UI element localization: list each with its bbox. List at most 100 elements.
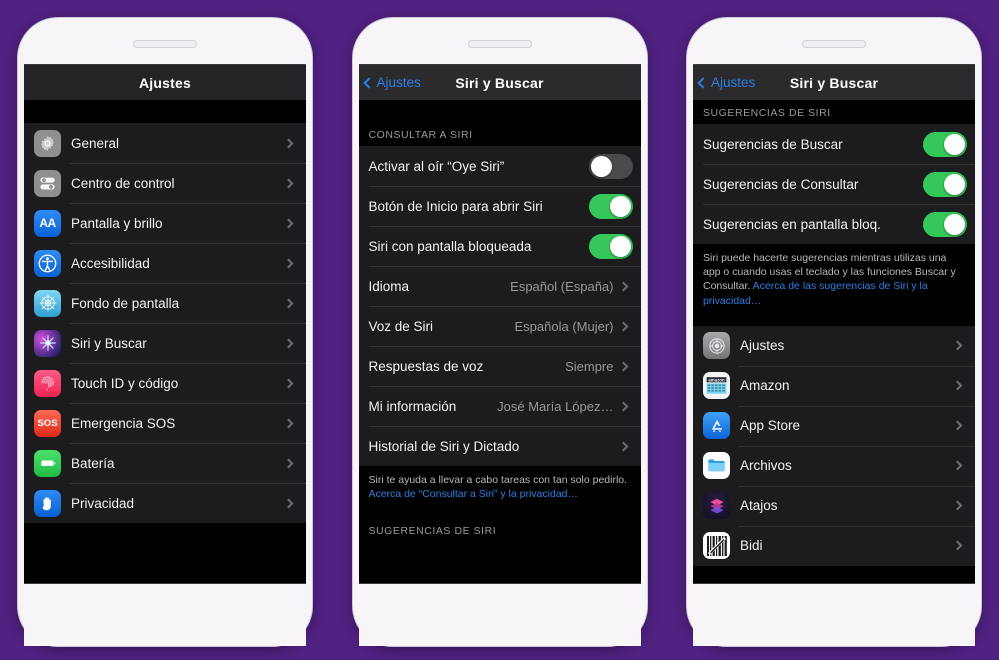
chevron-right-icon: [618, 361, 628, 371]
chevron-right-icon: [952, 460, 963, 471]
chevron-right-icon: [283, 498, 294, 508]
sidebar-item-privacy[interactable]: Privacidad: [24, 483, 306, 523]
list-item-label: Ajustes: [740, 338, 785, 354]
toggle-home-button-siri[interactable]: [588, 193, 633, 219]
row-value: Española (Mujer): [514, 318, 614, 334]
chevron-right-icon: [618, 281, 628, 291]
back-button[interactable]: Ajustes: [362, 65, 421, 100]
apps-list: Ajustes amazon Amazon App Store Archivos…: [693, 325, 975, 566]
toggle-knob: [944, 213, 965, 235]
row-suggestions-lock-screen[interactable]: Sugerencias en pantalla bloq.: [693, 204, 975, 244]
row-value: Español (España): [510, 278, 614, 294]
list-item-app-store[interactable]: App Store: [693, 405, 975, 446]
row-label: Mi información: [368, 398, 457, 414]
sidebar-item-emergency-sos[interactable]: SOS Emergencia SOS: [24, 403, 306, 443]
row-value: José María López…: [497, 398, 614, 414]
toggle-knob: [609, 235, 631, 257]
row-label: Sugerencias de Buscar: [703, 136, 843, 152]
control-center-icon: [34, 169, 61, 197]
row-my-information[interactable]: Mi información José María López…: [358, 386, 641, 426]
earpiece-speaker: [467, 40, 532, 48]
chevron-right-icon: [952, 540, 963, 551]
sidebar-item-label: Pantalla y brillo: [71, 215, 163, 231]
row-siri-voice[interactable]: Voz de Siri Española (Mujer): [358, 306, 641, 346]
status-gap: [24, 101, 306, 123]
chevron-right-icon: [952, 340, 963, 351]
phones-stage: Ajustes General Centro de control AA Pan…: [0, 0, 999, 660]
list-item-archivos[interactable]: Archivos: [693, 445, 975, 486]
row-label: Siri con pantalla bloqueada: [368, 238, 532, 254]
list-item-label: Archivos: [740, 458, 792, 474]
sidebar-item-display-brightness[interactable]: AA Pantalla y brillo: [24, 203, 306, 243]
toggle-knob: [590, 155, 612, 177]
siri-icon: [34, 329, 61, 357]
chevron-right-icon: [952, 500, 963, 511]
row-siri-dictation-history[interactable]: Historial de Siri y Dictado: [358, 426, 641, 466]
sidebar-item-control-center[interactable]: Centro de control: [24, 163, 306, 203]
list-item-bidi[interactable]: Bidi: [693, 525, 975, 566]
back-button[interactable]: Ajustes: [697, 65, 755, 100]
row-label: Historial de Siri y Dictado: [368, 438, 520, 454]
chevron-right-icon: [283, 418, 294, 428]
sidebar-item-general[interactable]: General: [24, 123, 306, 163]
row-suggestions-look-up[interactable]: Sugerencias de Consultar: [693, 164, 975, 204]
list-bottom-gap: [24, 523, 306, 563]
list-item-amazon[interactable]: amazon Amazon: [693, 365, 975, 406]
amazon-app-icon: amazon: [703, 372, 730, 400]
sidebar-item-siri-search[interactable]: Siri y Buscar: [24, 323, 306, 363]
section-header-consultar-a-siri: CONSULTAR A SIRI: [358, 123, 641, 146]
chevron-right-icon: [952, 380, 963, 391]
row-suggestions-search[interactable]: Sugerencias de Buscar: [693, 124, 975, 164]
page-title: Siri y Buscar: [789, 74, 879, 91]
footer-note-link[interactable]: Acerca de “Consultar a Siri” y la privac…: [369, 488, 579, 500]
row-siri-lock-screen[interactable]: Siri con pantalla bloqueada: [358, 226, 641, 266]
toggle-siri-lock-screen[interactable]: [588, 233, 633, 259]
sidebar-item-accessibility[interactable]: Accesibilidad: [24, 243, 306, 283]
chevron-right-icon: [283, 338, 294, 348]
toggle-suggestions-search[interactable]: [923, 131, 967, 157]
sidebar-item-wallpaper[interactable]: Fondo de pantalla: [24, 283, 306, 323]
list-item-label: App Store: [740, 418, 801, 434]
sidebar-item-battery[interactable]: Batería: [24, 443, 306, 483]
page-title: Siri y Buscar: [455, 74, 544, 91]
row-home-button-siri[interactable]: Botón de Inicio para abrir Siri: [358, 186, 641, 226]
navigation-bar: Ajustes: [24, 65, 306, 101]
sidebar-item-label: Emergencia SOS: [71, 415, 176, 431]
settings-app-icon: [703, 332, 730, 360]
toggle-suggestions-look-up[interactable]: [923, 171, 967, 197]
toggle-suggestions-lock-screen[interactable]: [923, 211, 967, 237]
row-hey-siri[interactable]: Activar al oír “Oye Siri”: [358, 146, 641, 186]
list-item-atajos[interactable]: Atajos: [693, 485, 975, 526]
section-header-sugerencias-de-siri: SUGERENCIAS DE SIRI: [693, 101, 975, 124]
navigation-bar: Ajustes Siri y Buscar: [693, 65, 975, 101]
chevron-left-icon: [697, 76, 709, 89]
back-button-label: Ajustes: [376, 75, 421, 90]
privacy-hand-icon: [34, 489, 61, 517]
section-header-sugerencias-de-siri: SUGERENCIAS DE SIRI: [358, 519, 641, 543]
wallpaper-icon: [34, 289, 61, 317]
phone-settings-root: Ajustes General Centro de control AA Pan…: [18, 18, 312, 646]
list-item-label: Bidi: [740, 538, 763, 554]
home-button-area: [358, 584, 641, 646]
app-store-icon: [703, 412, 730, 440]
row-language[interactable]: Idioma Español (España): [358, 266, 641, 306]
chevron-right-icon: [283, 258, 294, 268]
row-value: Siempre: [565, 358, 614, 374]
sidebar-item-label: Siri y Buscar: [71, 335, 147, 351]
home-button-area: [693, 584, 975, 646]
chevron-left-icon: [362, 76, 375, 89]
list-item-ajustes[interactable]: Ajustes: [693, 325, 975, 366]
chevron-right-icon: [952, 420, 963, 431]
row-label: Idioma: [368, 278, 410, 294]
svg-text:amazon: amazon: [708, 378, 725, 383]
status-gap: [358, 101, 641, 123]
phone-siri-suggestions: Ajustes Siri y Buscar SUGERENCIAS DE SIR…: [687, 18, 981, 646]
footer-note-consultar-a-siri: Siri te ayuda a llevar a cabo tareas con…: [358, 466, 641, 510]
sidebar-item-touch-id[interactable]: Touch ID y código: [24, 363, 306, 403]
list-item-label: Amazon: [740, 378, 790, 394]
chevron-right-icon: [283, 178, 294, 188]
row-label: Sugerencias en pantalla bloq.: [703, 216, 881, 232]
toggle-hey-siri[interactable]: [588, 153, 633, 179]
row-voice-feedback[interactable]: Respuestas de voz Siempre: [358, 346, 641, 386]
toggle-knob: [944, 173, 965, 195]
